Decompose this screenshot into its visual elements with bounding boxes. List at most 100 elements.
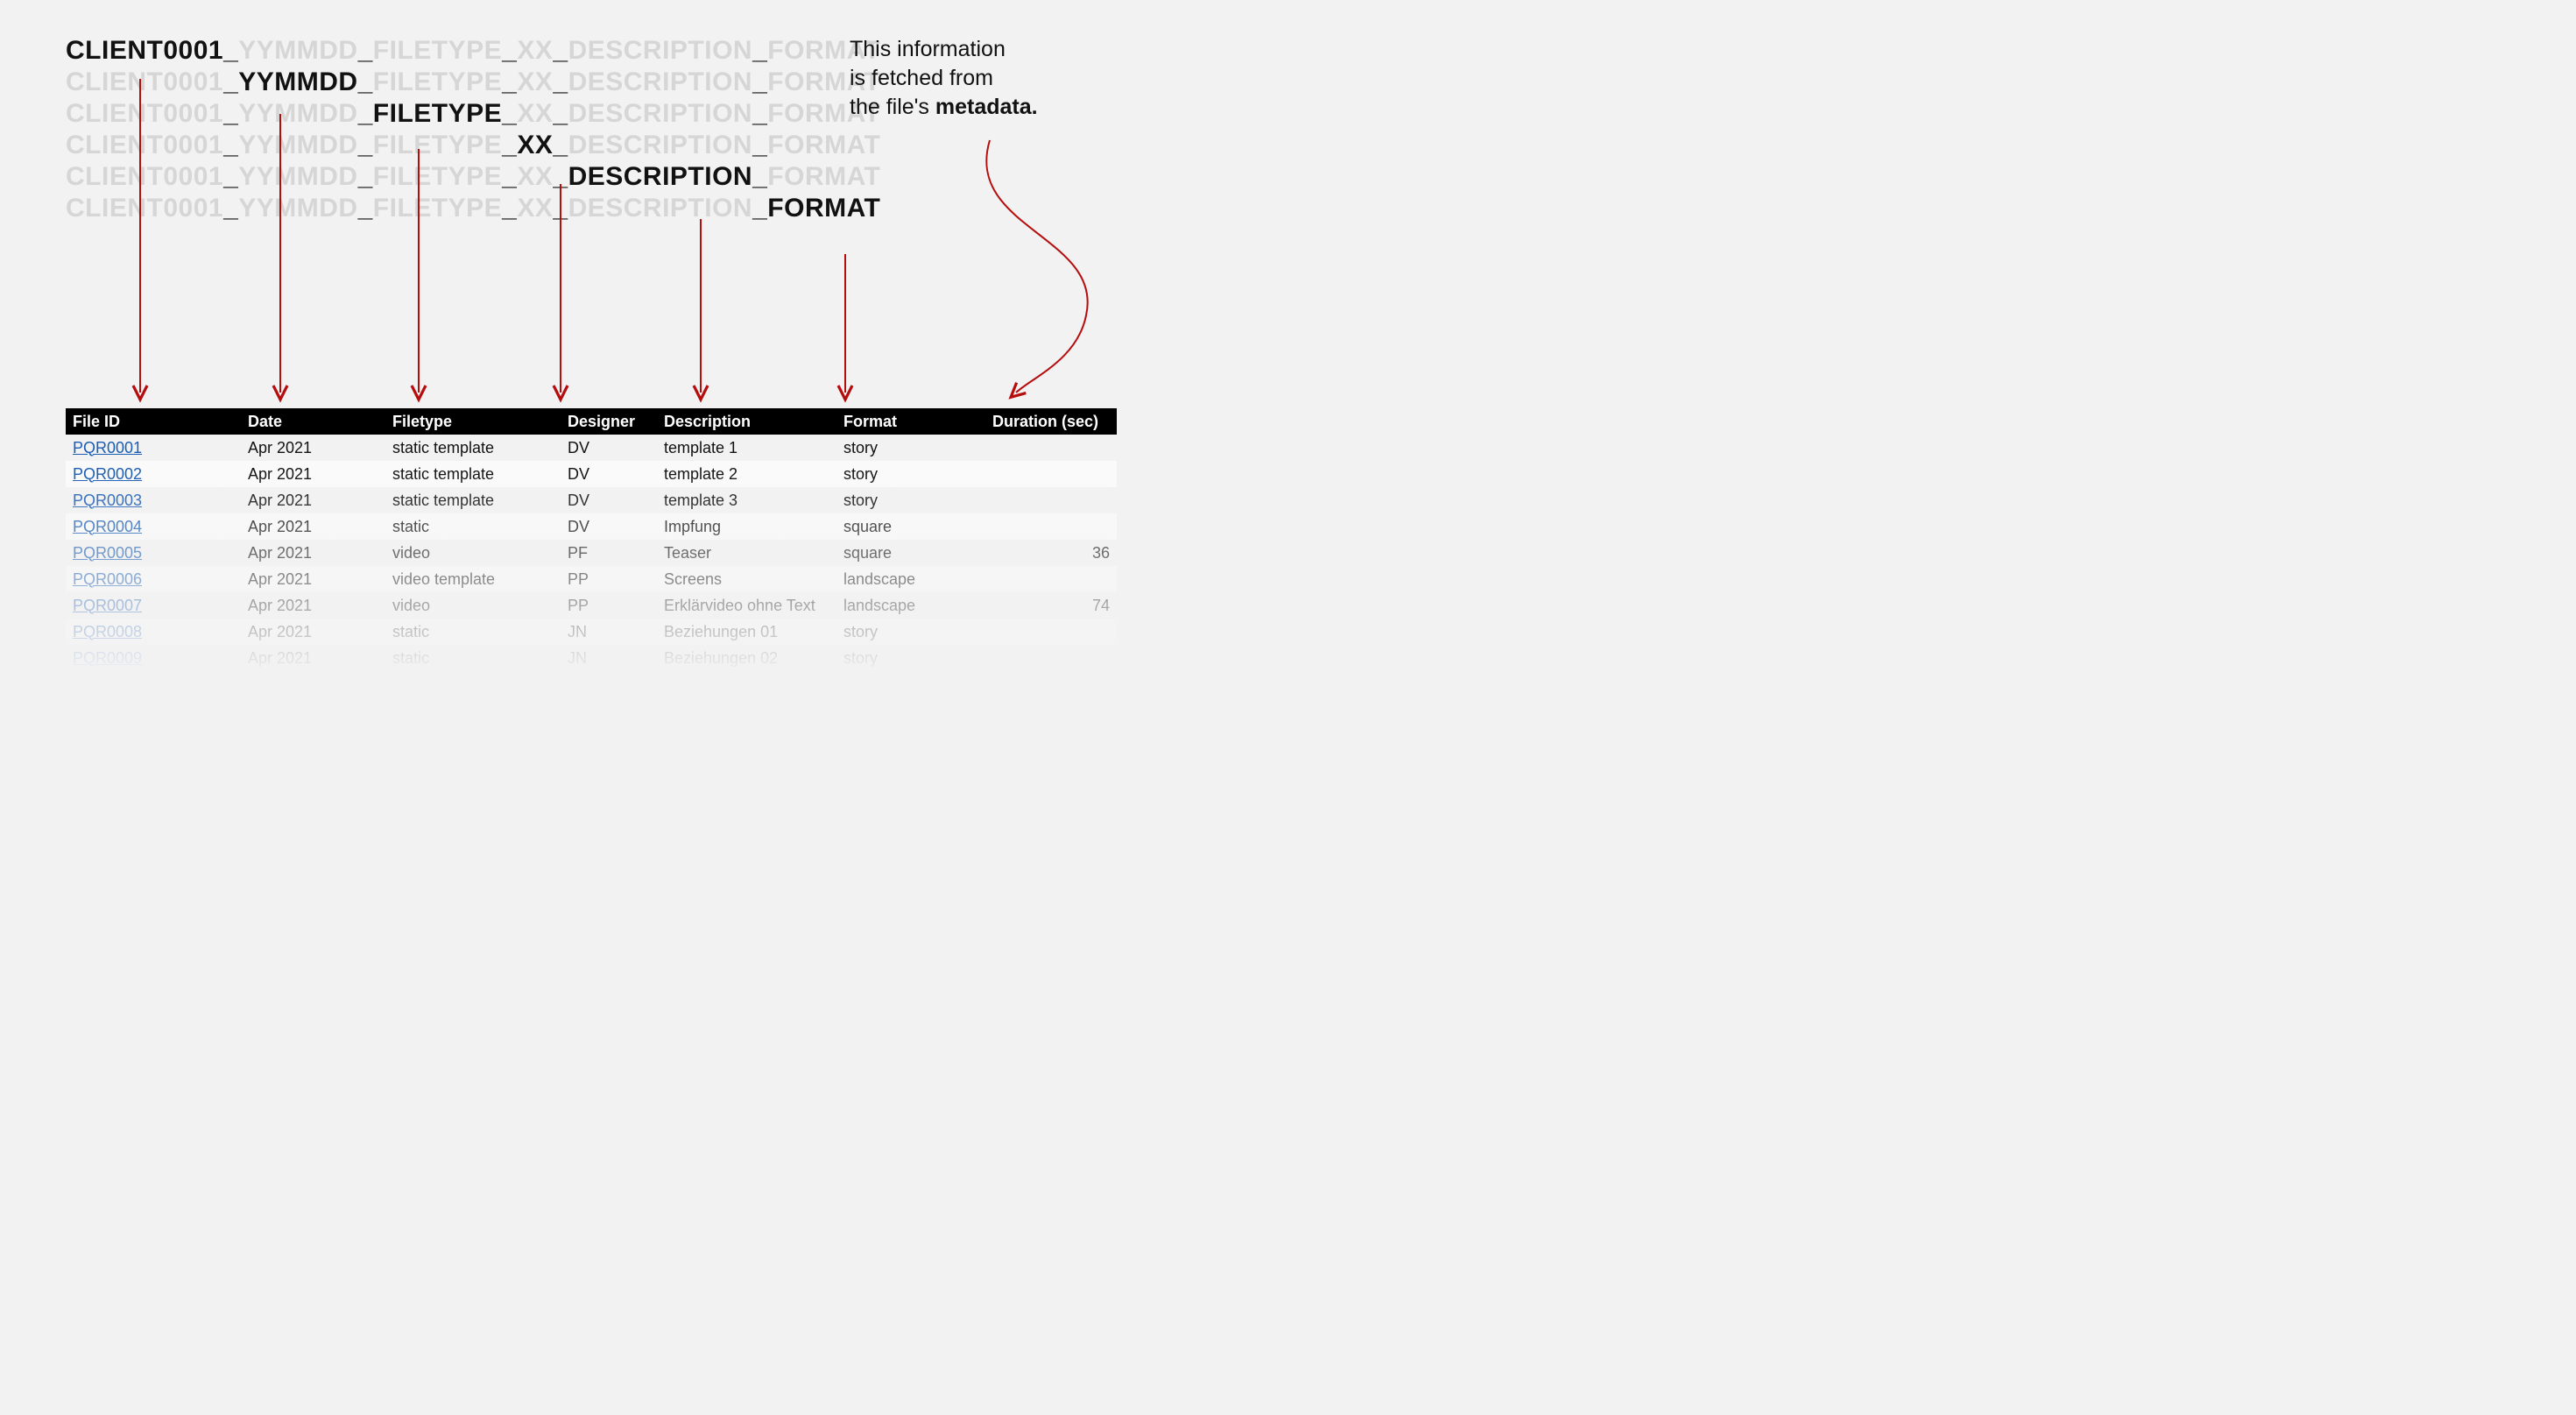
separator: _: [358, 162, 373, 191]
separator: _: [223, 194, 238, 223]
file-id-link[interactable]: PQR0006: [73, 570, 142, 588]
cell: story: [836, 487, 985, 513]
separator: _: [502, 36, 517, 65]
metadata-caption: This information is fetched from the fil…: [850, 35, 1112, 122]
separator: _: [358, 67, 373, 96]
separator: _: [502, 67, 517, 96]
cell: landscape: [836, 566, 985, 592]
cell: story: [836, 461, 985, 487]
cell: DV: [561, 513, 657, 540]
cell: [985, 566, 1117, 592]
filename-part: YYMMDD: [238, 36, 357, 65]
separator: _: [553, 36, 568, 65]
cell: story: [836, 671, 985, 697]
cell: square: [836, 513, 985, 540]
file-id-link[interactable]: PQR0001: [73, 439, 142, 456]
column-header: Designer: [561, 408, 657, 435]
separator: _: [752, 67, 767, 96]
filename-part: CLIENT0001: [66, 99, 223, 128]
cell: JN: [561, 645, 657, 671]
cell: PF: [561, 540, 657, 566]
cell: static template: [385, 461, 561, 487]
file-id-link[interactable]: PQR0010: [73, 676, 142, 693]
cell: Screens: [657, 566, 836, 592]
separator: _: [223, 131, 238, 159]
file-id-link[interactable]: PQR0009: [73, 649, 142, 667]
filename-row: CLIENT0001_YYMMDD_FILETYPE_XX_DESCRIPTIO…: [66, 161, 880, 193]
caption-bold: metadata.: [935, 95, 1038, 119]
filename-part: CLIENT0001: [66, 194, 223, 223]
cell: Apr 2021: [241, 566, 385, 592]
filename-part: FILETYPE: [373, 162, 502, 191]
filename-part: DESCRIPTION: [568, 131, 753, 159]
column-header: Description: [657, 408, 836, 435]
cell: [985, 619, 1117, 645]
cell: square: [836, 540, 985, 566]
filename-part: YYMMDD: [238, 99, 357, 128]
cell: JN: [561, 671, 657, 697]
cell: static template: [385, 435, 561, 461]
filename-part: CLIENT0001: [66, 131, 223, 159]
filename-row: CLIENT0001_YYMMDD_FILETYPE_XX_DESCRIPTIO…: [66, 130, 880, 161]
table-row: PQR0005Apr 2021videoPFTeasersquare36: [66, 540, 1117, 566]
separator: _: [223, 67, 238, 96]
cell: Beziehungen 02: [657, 645, 836, 671]
separator: _: [752, 99, 767, 128]
cell: JN: [561, 619, 657, 645]
separator: _: [358, 194, 373, 223]
filename-part: CLIENT0001: [66, 36, 223, 65]
cell: PP: [561, 592, 657, 619]
cell: static: [385, 645, 561, 671]
filename-part: CLIENT0001: [66, 162, 223, 191]
table-row: PQR0004Apr 2021staticDVImpfungsquare: [66, 513, 1117, 540]
file-id-link[interactable]: PQR0002: [73, 465, 142, 483]
filename-part: YYMMDD: [238, 131, 357, 159]
cell: [985, 671, 1117, 697]
table-row: PQR0002Apr 2021static templateDVtemplate…: [66, 461, 1117, 487]
cell: [985, 461, 1117, 487]
filename-part: XX: [517, 67, 553, 96]
cell: [985, 645, 1117, 671]
filename-part: FORMAT: [767, 131, 880, 159]
separator: _: [752, 194, 767, 223]
separator: _: [223, 36, 238, 65]
filename-part: DESCRIPTION: [568, 162, 753, 191]
table-row: PQR0007Apr 2021videoPPErklärvideo ohne T…: [66, 592, 1117, 619]
filename-part: XX: [517, 162, 553, 191]
cell: [985, 487, 1117, 513]
filename-row: CLIENT0001_YYMMDD_FILETYPE_XX_DESCRIPTIO…: [66, 193, 880, 224]
table-row: PQR0010Apr 2021staticJNBeziehungen 03sto…: [66, 671, 1117, 697]
file-id-link[interactable]: PQR0007: [73, 597, 142, 614]
cell: Apr 2021: [241, 540, 385, 566]
separator: _: [502, 162, 517, 191]
file-id-link[interactable]: PQR0004: [73, 518, 142, 535]
cell: Apr 2021: [241, 461, 385, 487]
caption-line: is fetched from: [850, 66, 993, 90]
cell: Apr 2021: [241, 513, 385, 540]
file-id-link[interactable]: PQR0005: [73, 544, 142, 562]
separator: _: [752, 131, 767, 159]
filename-part: FILETYPE: [373, 131, 502, 159]
cell: Apr 2021: [241, 619, 385, 645]
separator: _: [553, 131, 568, 159]
filename-part: DESCRIPTION: [568, 194, 753, 223]
cell: DV: [561, 435, 657, 461]
filename-part: YYMMDD: [238, 67, 357, 96]
filename-part: YYMMDD: [238, 194, 357, 223]
cell: Apr 2021: [241, 671, 385, 697]
cell: Apr 2021: [241, 487, 385, 513]
column-header: Duration (sec): [985, 408, 1117, 435]
separator: _: [358, 131, 373, 159]
separator: _: [502, 99, 517, 128]
filename-part: FORMAT: [767, 194, 880, 223]
filename-row: CLIENT0001_YYMMDD_FILETYPE_XX_DESCRIPTIO…: [66, 98, 880, 130]
table-row: PQR0006Apr 2021video templatePPScreensla…: [66, 566, 1117, 592]
table-row: PQR0001Apr 2021static templateDVtemplate…: [66, 435, 1117, 461]
cell: static template: [385, 487, 561, 513]
column-header: File ID: [66, 408, 241, 435]
cell: story: [836, 435, 985, 461]
file-id-link[interactable]: PQR0008: [73, 623, 142, 640]
cell: template 1: [657, 435, 836, 461]
file-id-link[interactable]: PQR0003: [73, 492, 142, 509]
cell: story: [836, 645, 985, 671]
